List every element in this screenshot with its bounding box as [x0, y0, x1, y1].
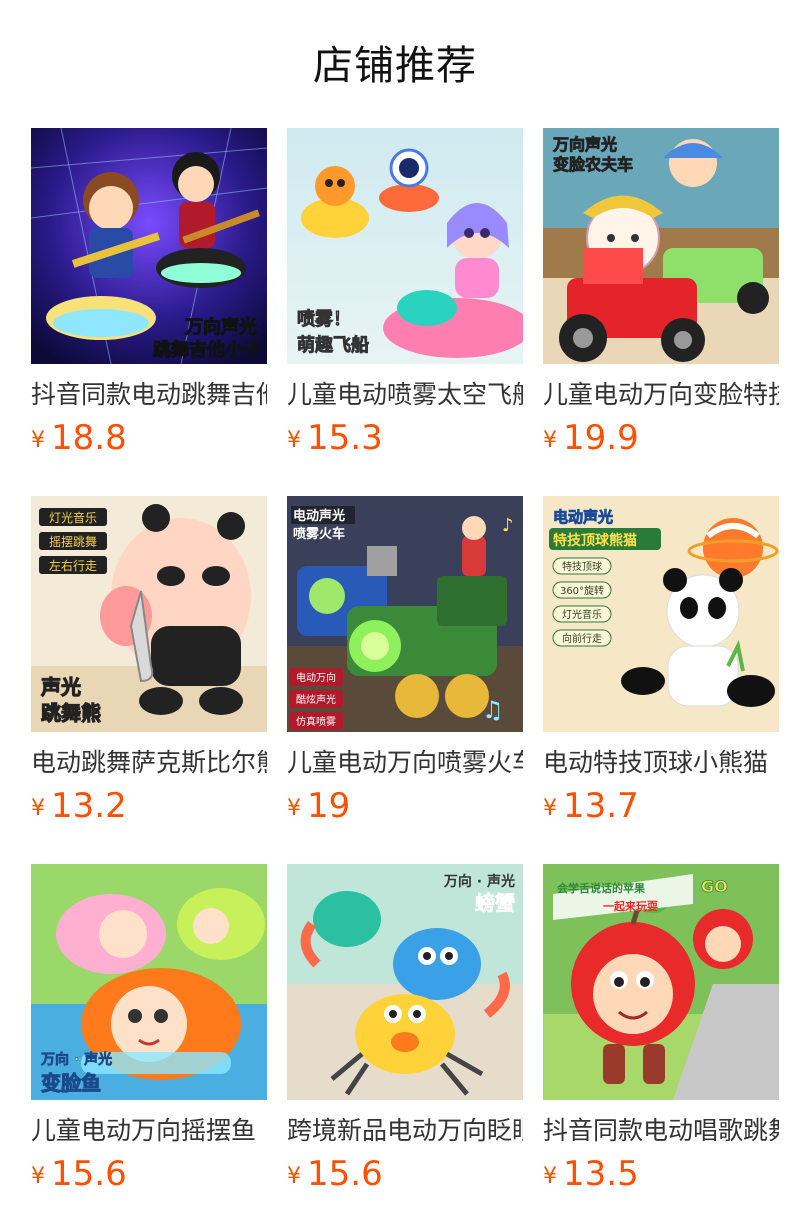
product-price: ¥19 [287, 784, 350, 828]
image-feature-tag: 酷炫声光 [296, 693, 336, 706]
section-title: 店铺推荐 [313, 43, 477, 89]
image-badge-line: 会学舌说话的苹果 [557, 881, 645, 895]
price-value: 15.6 [307, 1154, 383, 1194]
image-feature-tag: 特技顶球 [562, 560, 602, 573]
product-card[interactable]: 万向声光 跳舞吉他小子 抖音同款电动跳舞吉他小子 ¥18.8 [31, 128, 267, 496]
product-card[interactable]: 灯光音乐 摇摆跳舞 左右行走 声光 跳舞熊 电动跳舞萨克斯比尔熊 ¥13.2 [31, 496, 267, 864]
image-badge-line: 喷雾！ [297, 308, 351, 330]
image-badge-line: 变脸农夫车 [553, 155, 633, 174]
product-name[interactable]: 电动特技顶球小熊猫 [543, 742, 779, 784]
image-badge-line: 一起来玩耍 [603, 899, 658, 913]
currency-symbol: ¥ [287, 796, 301, 821]
product-name[interactable]: 儿童电动万向喷雾火车 [287, 742, 523, 784]
price-value: 18.8 [51, 418, 127, 458]
image-badge-line: 万向 · 声光 [443, 873, 515, 890]
product-name[interactable]: 抖音同款电动跳舞吉他小子 [31, 374, 267, 416]
image-feature-tag: 左右行走 [49, 558, 97, 573]
product-price: ¥13.2 [31, 784, 127, 828]
swinging-fish-toy-image[interactable]: 万向 · 声光 变脸鱼 [31, 864, 267, 1100]
image-feature-tag: 摇摆跳舞 [49, 535, 97, 549]
face-changing-farmer-car-toy-image[interactable]: 万向声光 变脸农夫车 [543, 128, 779, 364]
spray-spaceship-toy-image[interactable]: 喷雾！ 萌趣飞船 [287, 128, 523, 364]
image-badge-line: 特技顶球熊猫 [553, 532, 637, 549]
music-note-icon: ♪ [502, 515, 514, 536]
product-card[interactable]: 万向声光 变脸农夫车 儿童电动万向变脸特技农夫车 ¥19.9 [543, 128, 779, 496]
saxophone-bear-toy-image[interactable]: 灯光音乐 摇摆跳舞 左右行走 声光 跳舞熊 [31, 496, 267, 732]
go-badge: GO [701, 877, 728, 896]
product-name[interactable]: 跨境新品电动万向眨眼螃蟹 [287, 1110, 523, 1152]
image-feature-tag: 向前行走 [562, 632, 602, 645]
image-badge-line: 变脸鱼 [41, 1071, 101, 1095]
image-badge-line: 螃蟹 [475, 891, 515, 915]
image-badge-line: 跳舞吉他小子 [153, 339, 261, 361]
crab-toy-image[interactable]: 万向 · 声光 螃蟹 [287, 864, 523, 1100]
price-value: 15.6 [51, 1154, 127, 1194]
currency-symbol: ¥ [31, 796, 45, 821]
image-feature-tag: 仿真喷雾 [296, 715, 336, 728]
price-value: 19.9 [563, 418, 639, 458]
product-price: ¥19.9 [543, 416, 639, 460]
image-badge-line: 电动声光 [553, 508, 613, 526]
image-feature-tag: 360°旋转 [560, 584, 604, 597]
currency-symbol: ¥ [543, 428, 557, 453]
section-header: 店铺推荐 [0, 0, 790, 128]
product-price: ¥13.5 [543, 1152, 639, 1196]
product-card[interactable]: 万向 · 声光 变脸鱼 儿童电动万向摇摆鱼 ¥15.6 [31, 864, 267, 1232]
spray-train-toy-image[interactable]: 电动声光 喷雾火车 电动万向 酷炫声光 仿真喷雾 ♪ ♫ [287, 496, 523, 732]
price-value: 15.3 [307, 418, 383, 458]
product-price: ¥18.8 [31, 416, 127, 460]
image-feature-tag: 灯光音乐 [562, 608, 602, 621]
image-badge-line: 声光 [40, 675, 81, 699]
product-card[interactable]: 喷雾！ 萌趣飞船 儿童电动喷雾太空飞船 ¥15.3 [287, 128, 523, 496]
product-grid: 万向声光 跳舞吉他小子 抖音同款电动跳舞吉他小子 ¥18.8 [31, 128, 779, 1232]
product-card[interactable]: 万向 · 声光 螃蟹 跨境新品电动万向眨眼螃蟹 ¥15.6 [287, 864, 523, 1232]
currency-symbol: ¥ [543, 796, 557, 821]
product-card[interactable]: 电动声光 特技顶球熊猫 特技顶球 360°旋转 灯光音乐 向前行走 电动特技顶球… [543, 496, 779, 864]
price-value: 13.7 [563, 786, 639, 826]
currency-symbol: ¥ [31, 1164, 45, 1189]
price-value: 13.2 [51, 786, 127, 826]
product-card[interactable]: 会学舌说话的苹果 一起来玩耍 GO 抖音同款电动唱歌跳舞苹果 ¥13.5 [543, 864, 779, 1232]
price-value: 13.5 [563, 1154, 639, 1194]
image-badge-line: 萌趣飞船 [297, 334, 369, 356]
product-name[interactable]: 儿童电动喷雾太空飞船 [287, 374, 523, 416]
currency-symbol: ¥ [31, 428, 45, 453]
singing-apple-toy-image[interactable]: 会学舌说话的苹果 一起来玩耍 GO [543, 864, 779, 1100]
image-badge-line: 万向声光 [552, 135, 617, 154]
product-card[interactable]: 电动声光 喷雾火车 电动万向 酷炫声光 仿真喷雾 ♪ ♫ 儿童电动万向喷雾火车 … [287, 496, 523, 864]
product-name[interactable]: 儿童电动万向变脸特技农夫车 [543, 374, 779, 416]
ball-balancing-panda-toy-image[interactable]: 电动声光 特技顶球熊猫 特技顶球 360°旋转 灯光音乐 向前行走 [543, 496, 779, 732]
product-price: ¥13.7 [543, 784, 639, 828]
currency-symbol: ¥ [543, 1164, 557, 1189]
image-badge-line: 电动声光 [293, 508, 345, 524]
product-price: ¥15.6 [31, 1152, 127, 1196]
product-name[interactable]: 电动跳舞萨克斯比尔熊 [31, 742, 267, 784]
dancing-guitar-boy-toy-image[interactable]: 万向声光 跳舞吉他小子 [31, 128, 267, 364]
currency-symbol: ¥ [287, 428, 301, 453]
product-name[interactable]: 抖音同款电动唱歌跳舞苹果 [543, 1110, 779, 1152]
image-feature-tag: 电动万向 [296, 671, 336, 684]
product-name[interactable]: 儿童电动万向摇摆鱼 [31, 1110, 267, 1152]
price-value: 19 [307, 786, 351, 826]
image-badge-line: 喷雾火车 [293, 526, 345, 542]
image-feature-tag: 灯光音乐 [49, 510, 97, 525]
music-note-icon: ♫ [482, 696, 504, 724]
image-badge-line: 万向声光 [184, 316, 257, 338]
currency-symbol: ¥ [287, 1164, 301, 1189]
image-badge-line: 跳舞熊 [41, 701, 101, 725]
image-badge-line: 万向 · 声光 [40, 1051, 112, 1068]
product-price: ¥15.3 [287, 416, 383, 460]
product-price: ¥15.6 [287, 1152, 383, 1196]
